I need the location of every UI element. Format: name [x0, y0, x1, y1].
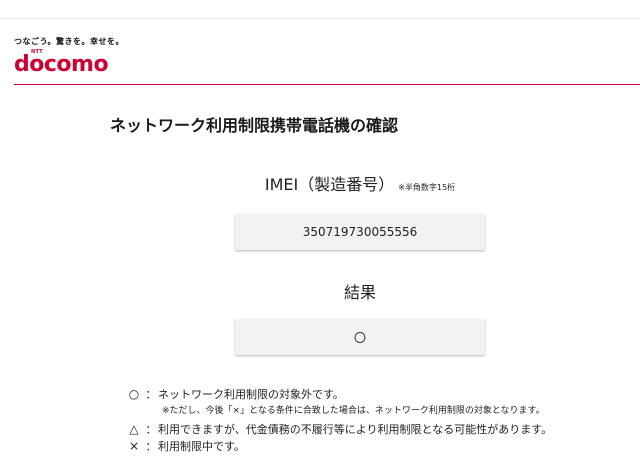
header-divider [14, 84, 640, 85]
triangle-symbol: △ [129, 422, 139, 436]
result-legend: ○ ： ネットワーク利用制限の対象外です。 ※ただし、今後「×」となる条件に合致… [124, 386, 634, 455]
legend-colon: ： [145, 388, 157, 401]
imei-value: 350719730055556 [302, 225, 418, 239]
legend-item-caution: △ ： 利用できますが、代金債務の不履行等により利用制限となる可能性があります。 [124, 421, 634, 438]
cross-symbol: × [128, 439, 140, 453]
imei-label-text: IMEI（製造番号） [264, 175, 395, 194]
site-header: つなごう。驚きを。幸せを。 NTT docomo [14, 36, 124, 78]
legend-item-restricted: × ： 利用制限中です。 [124, 438, 634, 455]
legend-colon: ： [145, 440, 157, 453]
result-field: 〇 [235, 319, 485, 355]
imei-label: IMEI（製造番号） ※半角数字15桁 [0, 171, 640, 195]
page-title: ネットワーク利用制限携帯電話機の確認 [110, 116, 399, 135]
legend-item-text: ネットワーク利用制限の対象外です。 [158, 388, 344, 401]
legend-sub-note: ※ただし、今後「×」となる条件に合致した場合は、ネットワーク利用制限の対象となり… [162, 406, 545, 416]
imei-field[interactable]: 350719730055556 [235, 214, 485, 250]
docomo-logo[interactable]: NTT docomo [14, 49, 124, 78]
brand-tagline: つなごう。驚きを。幸せを。 [14, 37, 125, 46]
circle-symbol: ○ [128, 387, 140, 401]
result-value: 〇 [353, 330, 366, 345]
imei-format-note: ※半角数字15桁 [398, 183, 456, 192]
legend-item-text: 利用できますが、代金債務の不履行等により利用制限となる可能性があります。 [158, 423, 553, 436]
legend-item-text: 利用制限中です。 [158, 440, 245, 453]
legend-item-ok: ○ ： ネットワーク利用制限の対象外です。 [124, 386, 634, 403]
page: つなごう。驚きを。幸せを。 NTT docomo ネットワーク利用制限携帯電話機… [0, 0, 640, 469]
result-label: 結果 [343, 283, 376, 302]
browser-top-bar [0, 0, 640, 19]
legend-colon: ： [145, 423, 157, 436]
logo-wordmark: docomo [14, 52, 109, 77]
